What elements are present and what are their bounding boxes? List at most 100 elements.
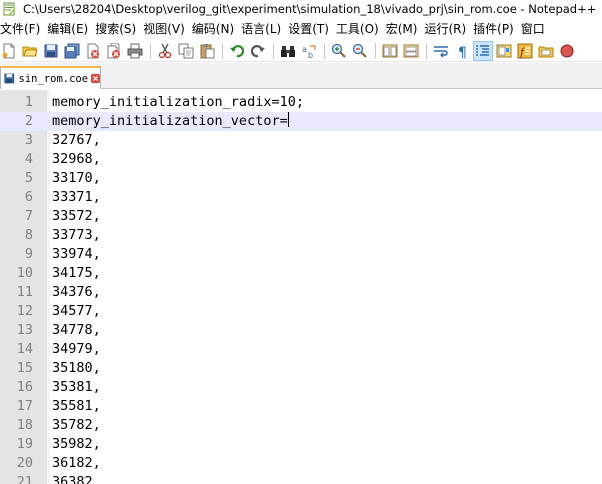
- line-number: 5: [24, 170, 33, 186]
- line-number: 6: [24, 189, 33, 205]
- code-line[interactable]: 12 34577,: [0, 302, 602, 321]
- menu-item[interactable]: 设置(T): [286, 19, 334, 40]
- redo-button[interactable]: [249, 42, 267, 60]
- menu-item[interactable]: 语言(L): [239, 19, 286, 40]
- tab-close-icon[interactable]: [91, 73, 100, 84]
- cut-button[interactable]: [156, 42, 174, 60]
- tab-strip: sin_rom.coe: [0, 63, 602, 89]
- code-line[interactable]: 3 32767,: [0, 131, 602, 150]
- code-line[interactable]: 4 32968,: [0, 150, 602, 169]
- editor-area[interactable]: 1 memory_initialization_radix=10; 2 memory_…: [0, 90, 602, 484]
- line-number: 4: [24, 151, 33, 167]
- function-list-button[interactable]: f: [516, 42, 534, 60]
- line-text: 32968,: [52, 151, 101, 167]
- line-text: 33773,: [52, 227, 101, 243]
- text-caret: [287, 112, 289, 127]
- line-number: 21: [16, 474, 33, 484]
- menu-item[interactable]: 运行(R): [422, 19, 471, 40]
- menu-item[interactable]: 编辑(E): [45, 19, 93, 40]
- printer-icon: [127, 43, 143, 58]
- code-line[interactable]: 20 36182,: [0, 454, 602, 473]
- scissors-icon: [158, 43, 172, 58]
- folder-as-workspace-button[interactable]: [537, 42, 555, 60]
- close-all-button[interactable]: [105, 42, 123, 60]
- line-number: 17: [16, 398, 33, 414]
- code-line[interactable]: 11 34376,: [0, 283, 602, 302]
- word-wrap-icon: [434, 45, 448, 57]
- tab-label: sin_rom.coe: [18, 72, 89, 85]
- toolbar-separator: [273, 42, 274, 59]
- menu-item[interactable]: 编码(N): [190, 19, 239, 40]
- line-text: 32767,: [52, 132, 101, 148]
- tab-sin-rom-coe[interactable]: sin_rom.coe: [0, 66, 101, 89]
- document-map-button[interactable]: [495, 42, 513, 60]
- code-line[interactable]: 14 34979,: [0, 340, 602, 359]
- code-line[interactable]: 21 36382,: [0, 473, 602, 484]
- line-text: 33170,: [52, 170, 101, 186]
- replace-button[interactable]: ab: [300, 42, 318, 60]
- toolbar-separator: [426, 42, 427, 59]
- line-number: 8: [24, 227, 33, 243]
- code-line[interactable]: 18 35782,: [0, 416, 602, 435]
- new-file-button[interactable]: [0, 42, 18, 60]
- line-number: 14: [16, 341, 33, 357]
- line-text: 35381,: [52, 379, 101, 395]
- code-line[interactable]: 7 33572,: [0, 207, 602, 226]
- menu-item[interactable]: 文件(F): [0, 19, 45, 40]
- folder-workspace-icon: [538, 46, 554, 57]
- code-line[interactable]: 9 33974,: [0, 245, 602, 264]
- menu-item[interactable]: 插件(P): [471, 19, 519, 40]
- code-line[interactable]: 13 34778,: [0, 321, 602, 340]
- open-file-button[interactable]: [21, 42, 39, 60]
- code-line[interactable]: 17 35581,: [0, 397, 602, 416]
- code-line[interactable]: 10 34175,: [0, 264, 602, 283]
- zoom-in-icon: [331, 43, 346, 58]
- code-line[interactable]: 2 memory_initialization_vector=: [0, 112, 602, 131]
- line-number: 19: [16, 436, 33, 452]
- menu-item[interactable]: 宏(M): [384, 19, 423, 40]
- line-text: 33572,: [52, 208, 101, 224]
- code-lines: 1 memory_initialization_radix=10; 2 memory_…: [0, 93, 602, 484]
- line-number: 16: [16, 379, 33, 395]
- sync-vertical-scroll-button[interactable]: [381, 42, 399, 60]
- code-line[interactable]: 16 35381,: [0, 378, 602, 397]
- code-line[interactable]: 5 33170,: [0, 169, 602, 188]
- indent-guide-button[interactable]: [473, 40, 493, 61]
- menu-item[interactable]: 窗口: [519, 19, 550, 40]
- code-line[interactable]: 8 33773,: [0, 226, 602, 245]
- print-button[interactable]: [126, 42, 144, 60]
- close-all-icon: [107, 42, 120, 58]
- line-number: 12: [16, 303, 33, 319]
- zoom-out-icon: [352, 43, 367, 58]
- code-line[interactable]: 15 35180,: [0, 359, 602, 378]
- zoom-in-button[interactable]: [330, 42, 348, 60]
- line-text: 36382,: [52, 474, 101, 484]
- line-text: 34778,: [52, 322, 101, 338]
- paste-button[interactable]: [198, 42, 216, 60]
- code-line[interactable]: 19 35982,: [0, 435, 602, 454]
- find-button[interactable]: [279, 42, 297, 60]
- copy-button[interactable]: [177, 42, 195, 60]
- zoom-out-button[interactable]: [351, 42, 369, 60]
- sync-vertical-icon: [382, 44, 398, 57]
- word-wrap-button[interactable]: [432, 42, 450, 60]
- show-all-characters-button[interactable]: ¶: [453, 42, 471, 60]
- code-line[interactable]: 6 33371,: [0, 188, 602, 207]
- close-button[interactable]: [84, 42, 102, 60]
- menu-item[interactable]: 工具(O): [334, 19, 384, 40]
- save-button[interactable]: [42, 42, 60, 60]
- line-text: 33974,: [52, 246, 101, 262]
- line-text: 35782,: [52, 417, 101, 433]
- undo-button[interactable]: [228, 42, 246, 60]
- record-macro-button[interactable]: [558, 42, 576, 60]
- code-line[interactable]: 1 memory_initialization_radix=10;: [0, 93, 602, 112]
- menu-item[interactable]: 搜索(S): [93, 19, 141, 40]
- menu-item[interactable]: 视图(V): [141, 19, 190, 40]
- line-text: 34175,: [52, 265, 101, 281]
- line-text: 34376,: [52, 284, 101, 300]
- sync-horizontal-scroll-button[interactable]: [402, 42, 420, 60]
- save-all-icon: [64, 43, 80, 58]
- save-all-button[interactable]: [63, 42, 81, 60]
- find-replace-icon: ab: [302, 45, 316, 59]
- copy-icon: [178, 43, 194, 58]
